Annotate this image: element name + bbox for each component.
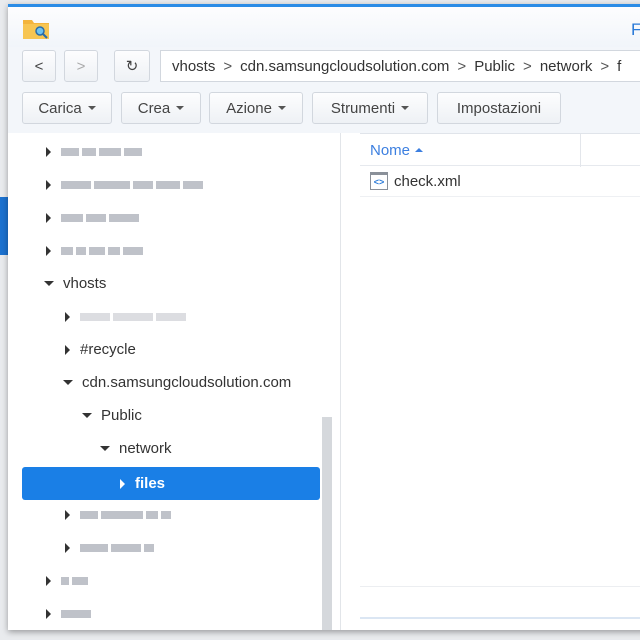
- redacted-label: [61, 609, 91, 618]
- path-segment[interactable]: vhosts: [172, 58, 215, 75]
- folder-tree: vhosts #recycle cdn.samsungcloudsolution…: [8, 133, 340, 630]
- tree-item-redacted[interactable]: [22, 564, 320, 597]
- sort-ascending-icon: [415, 148, 424, 152]
- tree-item-redacted[interactable]: [22, 531, 320, 564]
- strumenti-button[interactable]: Strumenti: [312, 92, 428, 124]
- collapse-icon[interactable]: [100, 446, 110, 451]
- column-header-name[interactable]: Nome: [370, 142, 424, 159]
- redacted-label: [61, 246, 143, 255]
- expand-icon[interactable]: [65, 542, 70, 553]
- collapse-icon[interactable]: [82, 413, 92, 418]
- tree-label: cdn.samsungcloudsolution.com: [82, 374, 292, 391]
- crea-label: Crea: [137, 99, 171, 117]
- expand-icon[interactable]: [46, 212, 51, 223]
- tree-item-public[interactable]: Public: [22, 399, 320, 432]
- expand-icon[interactable]: [46, 146, 51, 157]
- expand-icon[interactable]: [65, 311, 70, 322]
- azione-label: Azione: [226, 99, 272, 117]
- chevron-right-icon: >: [223, 57, 233, 75]
- chevron-left-icon: <: [34, 57, 44, 75]
- caret-down-icon: [176, 106, 185, 110]
- expand-icon[interactable]: [46, 608, 51, 619]
- impostazioni-label: Impostazioni: [456, 99, 542, 117]
- status-bar-line: [360, 617, 640, 619]
- caret-down-icon: [87, 106, 96, 110]
- redacted-label: [61, 213, 139, 222]
- chevron-right-icon: >: [76, 57, 86, 75]
- strumenti-label: Strumenti: [330, 99, 396, 117]
- caret-down-icon: [401, 106, 410, 110]
- column-label: Nome: [370, 142, 411, 159]
- tree-item-redacted[interactable]: [22, 234, 320, 267]
- file-station-window: F < > ↻ vhosts > cdn.samsungcloudsolution…: [8, 4, 640, 630]
- redacted-label: [80, 312, 186, 321]
- title-bar: F: [8, 7, 640, 47]
- collapse-icon[interactable]: [63, 380, 73, 385]
- expand-icon[interactable]: [46, 245, 51, 256]
- path-segment[interactable]: f: [617, 58, 621, 75]
- file-row[interactable]: <> check.xml: [360, 166, 640, 197]
- tree-label: #recycle: [80, 341, 136, 358]
- tree-item-redacted[interactable]: [22, 201, 320, 234]
- back-button[interactable]: <: [22, 50, 56, 82]
- window-title: F: [631, 20, 640, 39]
- expand-icon[interactable]: [46, 575, 51, 586]
- chevron-right-icon: >: [457, 57, 467, 75]
- tree-item-network[interactable]: network: [22, 432, 320, 465]
- caret-down-icon: [277, 106, 286, 110]
- tree-scrollbar[interactable]: [322, 417, 332, 630]
- forward-button[interactable]: >: [64, 50, 98, 82]
- redacted-label: [61, 180, 203, 189]
- tree-item-recycle[interactable]: #recycle: [22, 333, 320, 366]
- tree-item-redacted[interactable]: [22, 168, 320, 201]
- refresh-button[interactable]: ↻: [114, 50, 150, 82]
- tree-label: Public: [101, 407, 142, 424]
- chevron-right-icon: >: [523, 57, 532, 75]
- tree-item-redacted[interactable]: [22, 498, 320, 531]
- tree-label: files: [135, 475, 166, 492]
- file-list: Nome <> check.xml: [360, 133, 640, 630]
- toolbar: < > ↻ vhosts > cdn.samsungcloudsolution.c…: [8, 47, 640, 133]
- list-header: Nome: [360, 133, 640, 167]
- file-station-icon: [23, 20, 49, 39]
- tree-item-files[interactable]: files: [22, 467, 320, 500]
- column-divider[interactable]: [580, 134, 581, 167]
- crea-button[interactable]: Crea: [121, 92, 201, 124]
- tree-label: network: [119, 440, 172, 457]
- carica-button[interactable]: Carica: [22, 92, 112, 124]
- pane-divider[interactable]: [340, 133, 341, 630]
- expand-icon[interactable]: [46, 179, 51, 190]
- redacted-label: [80, 510, 171, 519]
- status-divider: [360, 586, 640, 587]
- carica-label: Carica: [38, 99, 82, 117]
- collapse-icon[interactable]: [44, 281, 54, 286]
- path-segment[interactable]: network: [540, 58, 593, 75]
- chevron-right-icon: >: [600, 57, 610, 75]
- expand-icon[interactable]: [120, 478, 125, 489]
- path-bar[interactable]: vhosts > cdn.samsungcloudsolution.com > Pu…: [160, 50, 640, 82]
- tree-label: vhosts: [63, 275, 107, 292]
- redacted-label: [61, 576, 88, 585]
- tree-item-vhosts[interactable]: vhosts: [22, 267, 320, 300]
- redacted-label: [61, 147, 142, 156]
- expand-icon[interactable]: [65, 509, 70, 520]
- azione-button[interactable]: Azione: [209, 92, 303, 124]
- path-segment[interactable]: cdn.samsungcloudsolution.com: [240, 58, 449, 75]
- xml-file-icon: <>: [370, 172, 388, 190]
- tree-item-redacted[interactable]: [22, 597, 320, 630]
- refresh-icon: ↻: [125, 58, 139, 75]
- tree-item-cdn[interactable]: cdn.samsungcloudsolution.com: [22, 366, 320, 399]
- path-segment[interactable]: Public: [474, 58, 515, 75]
- impostazioni-button[interactable]: Impostazioni: [437, 92, 561, 124]
- file-name: check.xml: [394, 172, 461, 190]
- tree-item-redacted[interactable]: [22, 300, 320, 333]
- tree-item-redacted[interactable]: [22, 135, 320, 168]
- redacted-label: [80, 543, 154, 552]
- expand-icon[interactable]: [65, 344, 70, 355]
